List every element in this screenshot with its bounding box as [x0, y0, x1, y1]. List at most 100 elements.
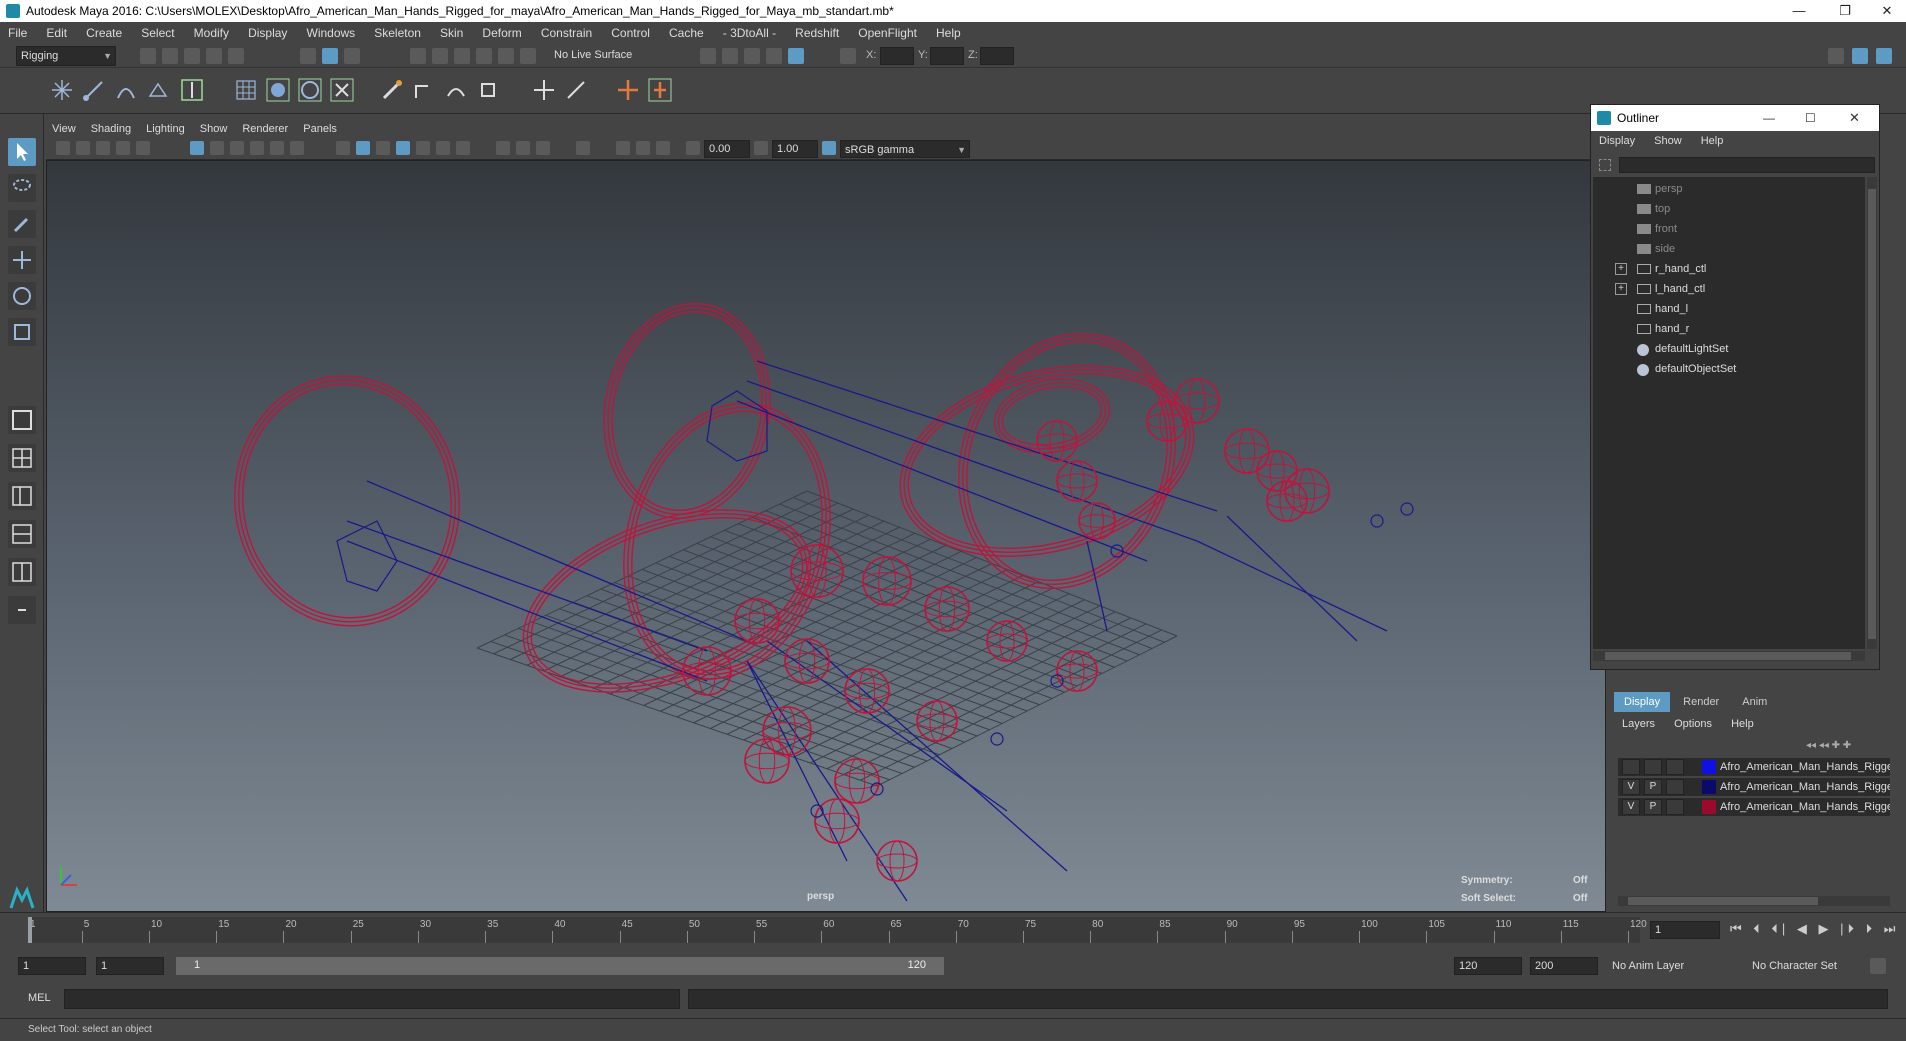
depth-of-field-icon[interactable] — [536, 141, 550, 155]
orient-joint-icon[interactable] — [410, 76, 438, 104]
resolution-gate-icon[interactable] — [230, 141, 244, 155]
layer-row[interactable]: V P Afro_American_Man_Hands_Rigged — [1618, 778, 1890, 796]
snap-point-icon[interactable] — [454, 48, 470, 64]
tab-display[interactable]: Display — [1614, 692, 1671, 712]
outliner-item[interactable]: defaultObjectSet — [1593, 359, 1865, 379]
layer-color-swatch[interactable] — [1702, 800, 1716, 814]
paint-weights-icon[interactable] — [378, 76, 406, 104]
menu-3dtoall[interactable]: - 3DtoAll - — [715, 22, 784, 44]
layer-color-swatch[interactable] — [1702, 760, 1716, 774]
hypershade-layout[interactable] — [8, 558, 36, 586]
select-component-icon[interactable] — [344, 48, 360, 64]
textured-icon[interactable] — [396, 141, 410, 155]
camera-select-icon[interactable] — [56, 141, 70, 155]
layer-color-swatch[interactable] — [1702, 780, 1716, 794]
time-slider[interactable]: 1 5 10 15 20 25 30 35 40 45 50 55 60 65 70 75 80 85 90 95 10… — [0, 912, 1906, 946]
cluster-icon[interactable] — [178, 76, 206, 104]
menu-windows[interactable]: Windows — [299, 22, 364, 44]
menuset-dropdown[interactable]: Rigging ▼ — [16, 46, 116, 66]
outliner-item[interactable]: persp — [1593, 179, 1865, 199]
restore-button[interactable]: ❐ — [1822, 0, 1868, 22]
exposure-icon[interactable] — [686, 141, 700, 155]
layer-visibility-toggle[interactable] — [1622, 759, 1640, 775]
menu-redshift[interactable]: Redshift — [787, 22, 847, 44]
menu-control[interactable]: Control — [603, 22, 658, 44]
ambient-occlusion-icon[interactable] — [456, 141, 470, 155]
toggle-attribute-editor-icon[interactable] — [1876, 48, 1892, 64]
viewport-scene[interactable] — [47, 161, 1606, 912]
bind-skin-icon[interactable] — [144, 76, 172, 104]
outliner-hscrollbar[interactable] — [1593, 651, 1865, 661]
scale-constraint-icon[interactable] — [474, 76, 502, 104]
playback-controls[interactable]: ⏮ ⏴ ⏴| ◀ ▶ |⏵ ⏵ ⏭ — [1730, 921, 1899, 937]
grease-pencil-icon[interactable] — [136, 141, 150, 155]
rotate-tool[interactable] — [8, 282, 36, 310]
outliner-menu-display[interactable]: Display — [1591, 131, 1643, 151]
persp-viewport[interactable]: persp Symmetry: Off Soft Select: Off — [46, 160, 1606, 912]
menu-modify[interactable]: Modify — [186, 22, 237, 44]
menu-help[interactable]: Help — [928, 22, 969, 44]
soft-mod-icon[interactable] — [328, 76, 356, 104]
single-view-layout[interactable] — [8, 406, 36, 434]
layer-visibility-toggle[interactable]: V — [1622, 799, 1640, 815]
menu-constrain[interactable]: Constrain — [533, 22, 600, 44]
orient-constraint-icon[interactable] — [646, 76, 674, 104]
auto-key-icon[interactable] — [1870, 958, 1886, 974]
viewport-menu-lighting[interactable]: Lighting — [140, 120, 191, 138]
tab-anim[interactable]: Anim — [1732, 692, 1777, 712]
viewport-menu-renderer[interactable]: Renderer — [236, 120, 294, 138]
lasso-tool[interactable] — [8, 174, 36, 202]
blend-shape-icon[interactable] — [296, 76, 324, 104]
magnet-icon[interactable] — [520, 48, 536, 64]
z-input[interactable] — [980, 47, 1014, 65]
viewport-menu-shading[interactable]: Shading — [85, 120, 137, 138]
playback-end-input[interactable]: 120 — [1454, 957, 1522, 975]
snap-curve-icon[interactable] — [432, 48, 448, 64]
motion-blur-icon[interactable] — [496, 141, 510, 155]
end-time-input[interactable]: 200 — [1530, 957, 1598, 975]
outliner-item[interactable]: defaultLightSet — [1593, 339, 1865, 359]
custom-layout[interactable] — [8, 596, 36, 624]
layer-menu-options[interactable]: Options — [1666, 714, 1720, 734]
ik-handle-icon[interactable] — [80, 76, 108, 104]
layer-playback-toggle[interactable]: P — [1644, 779, 1662, 795]
use-lights-icon[interactable] — [416, 141, 430, 155]
xray-active-icon[interactable] — [636, 141, 650, 155]
outliner-search-input[interactable] — [1619, 157, 1875, 173]
grid-toggle-icon[interactable] — [190, 141, 204, 155]
layer-display-type-toggle[interactable] — [1666, 799, 1684, 815]
menu-file[interactable]: File — [0, 22, 35, 44]
color-management-icon[interactable] — [822, 141, 836, 155]
layer-playback-toggle[interactable] — [1644, 759, 1662, 775]
current-frame-input[interactable]: 1 — [1650, 921, 1720, 939]
save-scene-icon[interactable] — [184, 48, 200, 64]
joint-tool-icon[interactable] — [48, 76, 76, 104]
viewport-menu-panels[interactable]: Panels — [297, 120, 343, 138]
menu-create[interactable]: Create — [78, 22, 130, 44]
hypershade-icon[interactable] — [766, 48, 782, 64]
layer-hscrollbar[interactable] — [1618, 896, 1890, 906]
redo-icon[interactable] — [228, 48, 244, 64]
outliner-item[interactable]: top — [1593, 199, 1865, 219]
select-object-icon[interactable] — [322, 48, 338, 64]
gate-mask-icon[interactable] — [250, 141, 264, 155]
close-button[interactable]: ✕ — [1864, 0, 1906, 22]
range-slider-bar[interactable]: 1 120 — [176, 957, 944, 975]
layer-row[interactable]: Afro_American_Man_Hands_Rigged — [1618, 758, 1890, 776]
exposure-input[interactable]: 0.00 — [704, 140, 750, 158]
x-input[interactable] — [880, 47, 914, 65]
toggle-channel-box-icon[interactable] — [1852, 48, 1868, 64]
outliner-scrollbar[interactable] — [1867, 177, 1877, 649]
scale-tool[interactable] — [8, 318, 36, 346]
expand-icon[interactable]: + — [1615, 283, 1627, 295]
image-plane-icon[interactable] — [116, 141, 130, 155]
outliner-close-button[interactable]: ✕ — [1849, 105, 1860, 131]
menu-select[interactable]: Select — [133, 22, 182, 44]
layer-hscroll-thumb[interactable] — [1628, 897, 1818, 905]
menu-edit[interactable]: Edit — [38, 22, 75, 44]
layer-playback-toggle[interactable]: P — [1644, 799, 1662, 815]
menu-skin[interactable]: Skin — [432, 22, 471, 44]
outliner-menu-help[interactable]: Help — [1693, 131, 1732, 151]
parent-constraint-icon[interactable] — [614, 76, 642, 104]
outliner-minimize-button[interactable]: — — [1763, 105, 1775, 131]
